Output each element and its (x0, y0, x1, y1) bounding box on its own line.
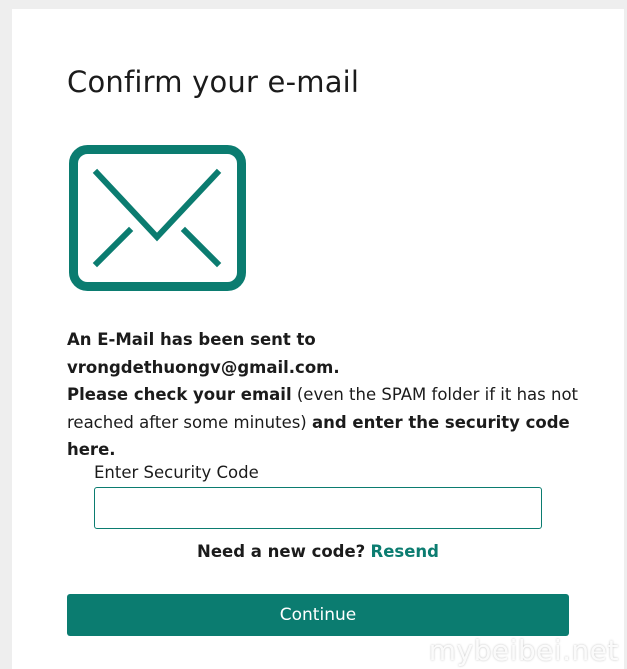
security-code-input[interactable] (94, 487, 542, 529)
envelope-icon (69, 145, 246, 291)
continue-button[interactable]: Continue (67, 594, 569, 636)
sent-notice: An E-Mail has been sent to vrongdethuong… (67, 330, 340, 377)
security-code-label: Enter Security Code (94, 463, 259, 482)
resend-row: Need a new code? Resend (0, 542, 627, 561)
watermark: mybeibei.net (428, 634, 619, 667)
instructions-text: An E-Mail has been sent to vrongdethuong… (67, 326, 587, 464)
new-code-question: Need a new code? (197, 542, 366, 561)
page-title: Confirm your e-mail (67, 65, 360, 99)
check-email-notice: Please check your email (67, 385, 292, 404)
resend-link[interactable]: Resend (371, 542, 439, 561)
